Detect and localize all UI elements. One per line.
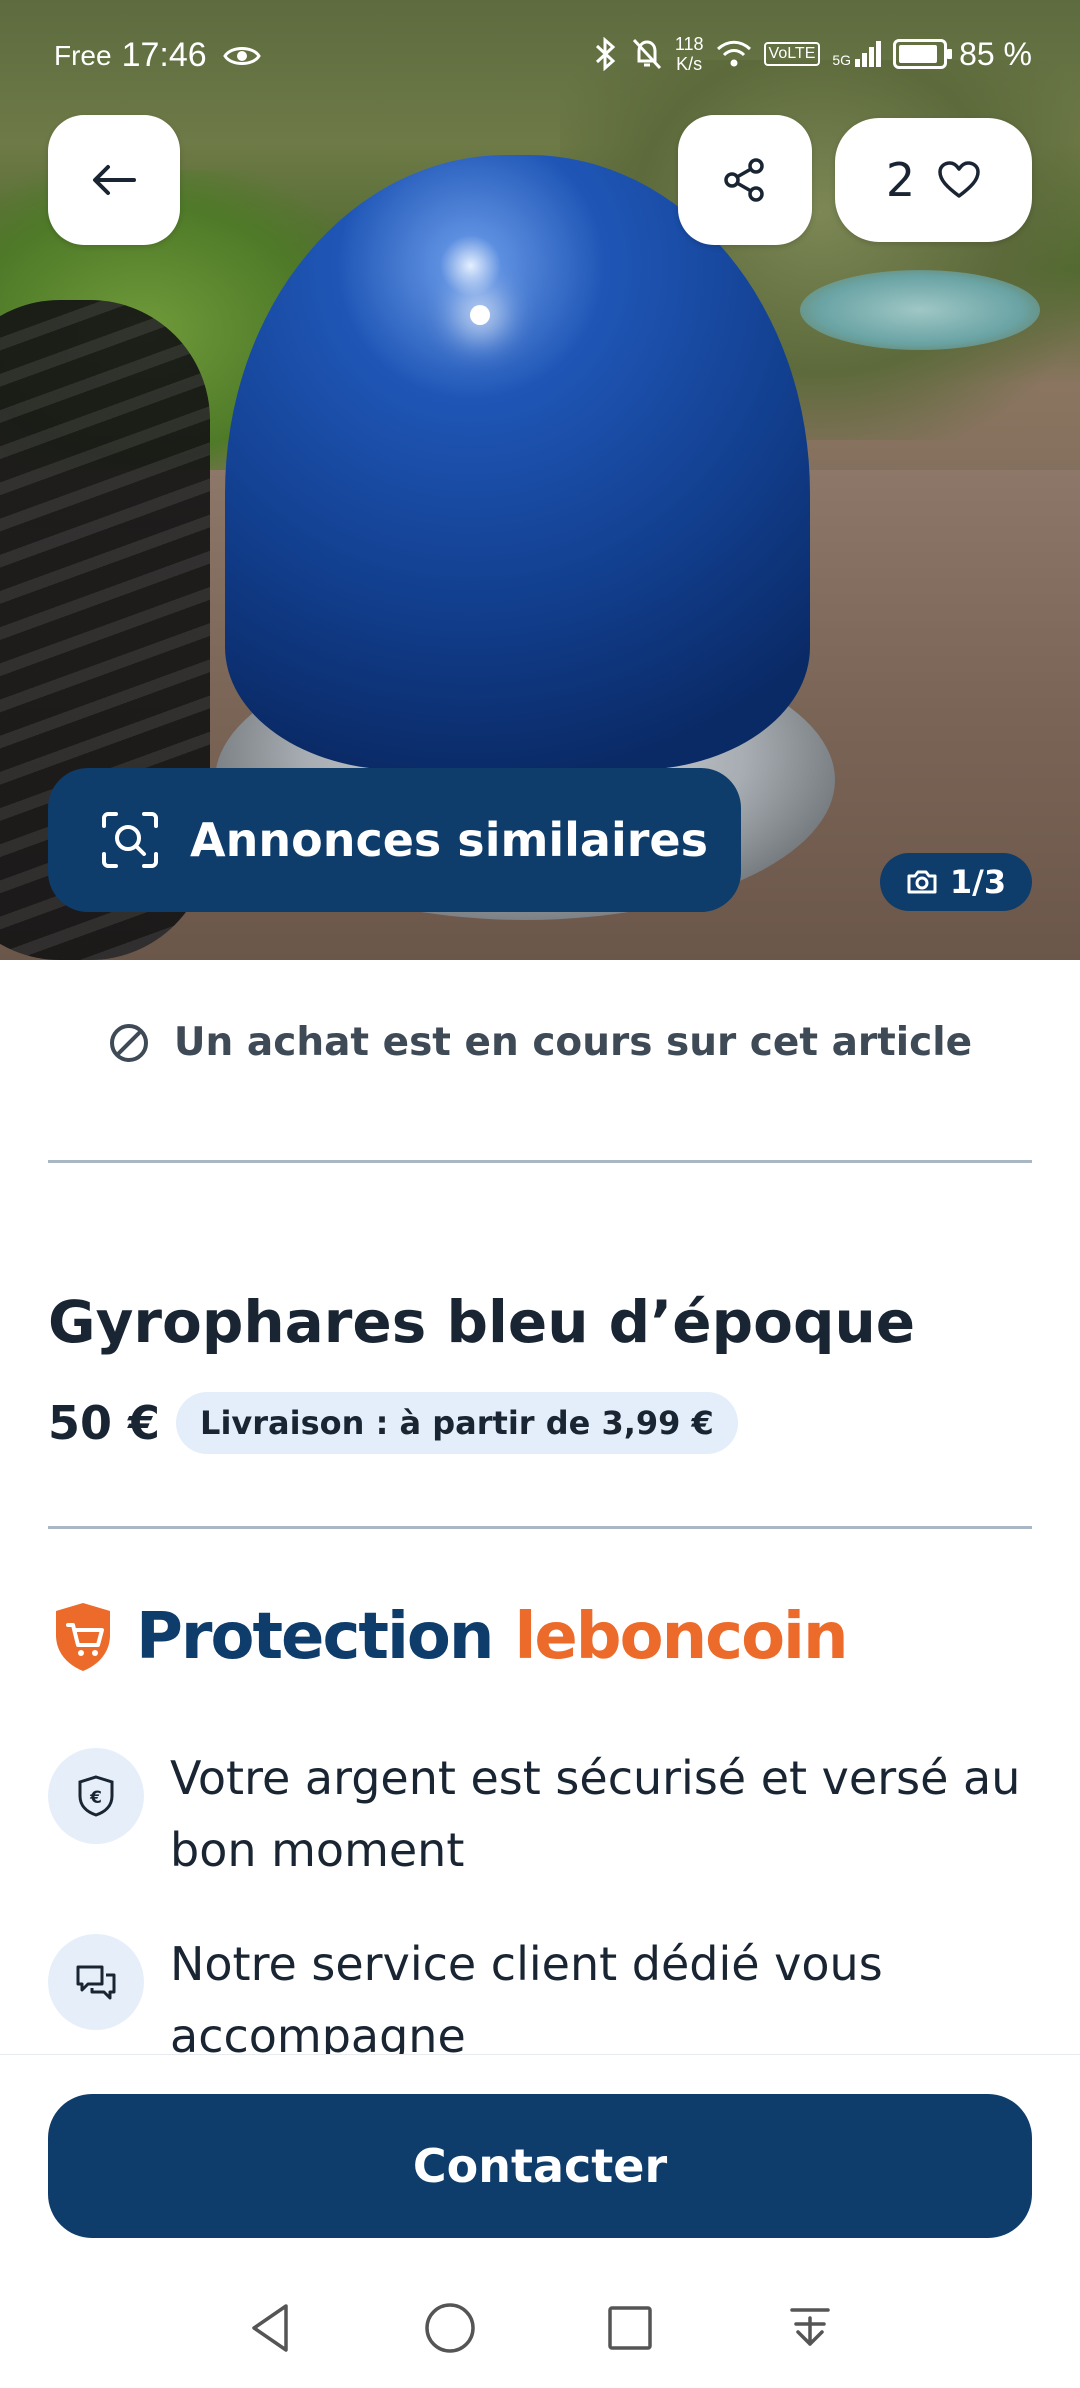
photo-highlight	[470, 305, 490, 325]
forbidden-icon	[109, 1023, 148, 1062]
contact-button[interactable]: Contacter	[48, 2094, 1032, 2238]
protection-feature-item: Notre service client dédié vous accompag…	[48, 1934, 1030, 2072]
bluetooth-icon	[595, 37, 616, 71]
status-bar: Free 17:46 118 K/s VoLTE 5G 85 %	[0, 0, 1080, 120]
battery-icon	[893, 39, 953, 69]
carrier-label: Free	[54, 39, 112, 71]
volte-badge: VoLTE	[763, 42, 821, 66]
listing-title: Gyrophares bleu d’époque	[48, 1288, 916, 1356]
photo-counter: 1/3	[880, 853, 1032, 911]
share-button[interactable]	[678, 115, 812, 245]
nav-recents-button[interactable]	[590, 2288, 670, 2368]
divider	[48, 1160, 1032, 1163]
protection-logo: Protection leboncoin	[52, 1600, 849, 1674]
nav-home-button[interactable]	[410, 2288, 490, 2368]
listing-price: 50 €	[48, 1396, 161, 1450]
pull-down-icon	[790, 2308, 830, 2346]
network-speed: 118 K/s	[674, 34, 704, 74]
leboncoin-word: leboncoin	[514, 1600, 848, 1674]
system-nav-bar	[0, 2268, 1080, 2388]
clock: 17:46	[121, 36, 207, 74]
photo-dome	[225, 155, 810, 770]
arrow-left-icon	[93, 165, 136, 195]
battery-percent: 85 %	[959, 35, 1032, 72]
protection-word: Protection	[136, 1600, 494, 1674]
delivery-badge: Livraison : à partir de 3,99 €	[176, 1392, 738, 1454]
protection-feature-text: Votre argent est sécurisé et versé au bo…	[170, 1751, 1021, 1877]
protection-feature-item: € Votre argent est sécurisé et versé au …	[48, 1748, 1030, 1886]
nav-notifications-button[interactable]	[770, 2288, 850, 2368]
square-recents-icon	[608, 2306, 652, 2350]
mute-bell-icon	[632, 38, 661, 70]
photo-counter-text: 1/3	[949, 863, 1007, 901]
svg-text:€: €	[89, 1788, 102, 1808]
eye-icon	[222, 46, 261, 65]
triangle-back-icon	[252, 2304, 288, 2352]
shield-euro-icon: €	[48, 1748, 144, 1844]
similar-listings-label: Annonces similaires	[190, 813, 708, 867]
similar-listings-button[interactable]: Annonces similaires	[48, 768, 741, 912]
protection-feature-text: Notre service client dédié vous accompag…	[170, 1937, 883, 2063]
notice-text: Un achat est en cours sur cet article	[173, 1020, 973, 1065]
circle-home-icon	[425, 2303, 475, 2353]
wifi-icon	[716, 40, 751, 67]
heart-icon	[938, 161, 980, 198]
price-row: 50 € Livraison : à partir de 3,99 €	[48, 1392, 738, 1454]
chat-bubbles-icon	[48, 1934, 144, 2030]
signal-icon: 5G	[832, 41, 882, 67]
back-button[interactable]	[48, 115, 180, 245]
share-icon	[724, 158, 764, 202]
shield-cart-icon	[56, 1603, 110, 1671]
divider	[48, 1526, 1032, 1529]
favorite-button[interactable]: 2	[835, 118, 1032, 242]
camera-icon	[907, 870, 937, 894]
nav-back-button[interactable]	[230, 2288, 310, 2368]
purchase-in-progress-notice: Un achat est en cours sur cet article	[0, 1020, 1080, 1065]
photo-pool	[800, 270, 1040, 350]
visual-search-icon	[102, 812, 158, 868]
favorite-count: 2	[885, 153, 916, 207]
